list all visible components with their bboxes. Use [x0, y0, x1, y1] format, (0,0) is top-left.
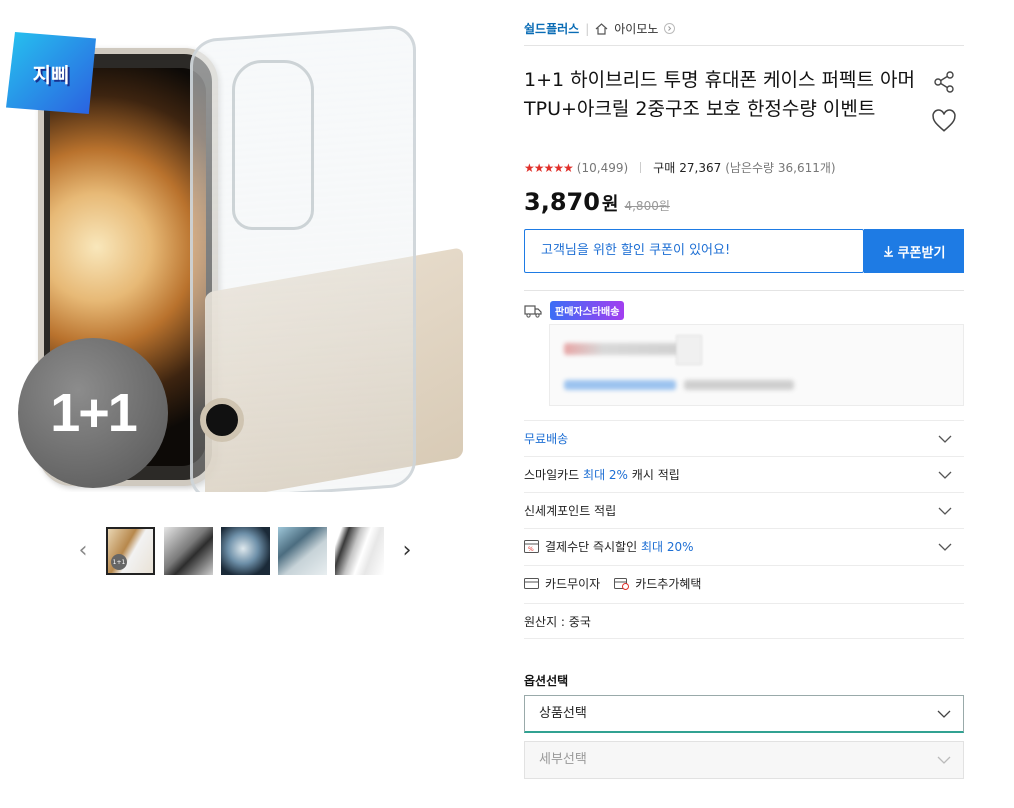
- coupon-message[interactable]: 고객님을 위한 할인 쿠폰이 있어요!: [524, 229, 864, 273]
- thumbnail-2[interactable]: [164, 527, 213, 575]
- payment-discount-label: 결제수단 즉시할인: [545, 540, 638, 554]
- thumbnail-3[interactable]: [221, 527, 270, 575]
- seller-bar: 쉴드플러스 | 아이모노: [524, 20, 676, 37]
- shinsegae-label: 신세계포인트 적립: [524, 504, 617, 518]
- shipping-tag: 판매자스타배송: [550, 301, 625, 320]
- smile-card-rate: 최대 2%: [583, 468, 628, 482]
- truck-icon: [524, 304, 542, 318]
- camera-lens-image: [200, 398, 244, 442]
- download-icon: [883, 246, 893, 257]
- chevron-down-icon: [937, 756, 951, 764]
- promo-badge: 지삐: [6, 32, 96, 114]
- home-icon: [595, 22, 608, 35]
- chevron-down-icon: [938, 471, 952, 479]
- card-installment-label[interactable]: 카드무이자: [545, 575, 600, 592]
- original-price: 4,800원: [624, 199, 670, 213]
- shinsegae-point-row[interactable]: 신세계포인트 적립: [524, 492, 964, 528]
- seller-divider: |: [585, 21, 590, 36]
- chevron-down-icon: [938, 507, 952, 515]
- purchase-count: 27,367: [679, 160, 722, 175]
- chevron-circle-icon[interactable]: [664, 23, 676, 34]
- payment-discount-row[interactable]: % 결제수단 즉시할인 최대 20%: [524, 528, 964, 564]
- free-shipping-row[interactable]: 무료배송: [524, 420, 964, 456]
- card-extra-label[interactable]: 카드추가혜택: [635, 575, 701, 592]
- chevron-right-icon[interactable]: ›: [398, 538, 416, 564]
- product-select-value: 상품선택: [539, 706, 587, 721]
- review-count[interactable]: (10,499): [577, 161, 628, 175]
- smile-card-suffix: 캐시 적립: [631, 468, 680, 482]
- share-icon[interactable]: [932, 70, 956, 94]
- option-title: 옵션선택: [524, 674, 569, 688]
- coupon-button-label: 쿠폰받기: [897, 245, 946, 261]
- thumbnail-5[interactable]: [335, 527, 384, 575]
- detail-select[interactable]: 세부선택: [524, 741, 964, 779]
- detail-select-value: 세부선택: [539, 752, 587, 767]
- brand-link[interactable]: 아이모노: [614, 20, 658, 37]
- price-unit: 원: [601, 194, 619, 215]
- thumb-overlay: 1+1: [111, 554, 127, 570]
- delivery-info-blurred: [549, 324, 964, 406]
- chevron-down-icon: [937, 710, 951, 718]
- main-product-image[interactable]: 1+1 지삐: [0, 20, 484, 492]
- card-plus-icon: [614, 578, 630, 590]
- shop-name[interactable]: 쉴드플러스: [524, 20, 579, 37]
- chevron-down-icon: [938, 543, 952, 551]
- purchase-label: 구매: [653, 161, 676, 175]
- chevron-left-icon[interactable]: ‹: [74, 538, 92, 564]
- card-icon: [524, 578, 539, 589]
- discount-card-icon: %: [524, 540, 539, 553]
- thumbnail-1[interactable]: 1+1: [106, 527, 155, 575]
- price-row: 3,870 원 4,800원: [524, 188, 670, 216]
- coupon-download-button[interactable]: 쿠폰받기: [864, 229, 964, 273]
- product-title: 1+1 하이브리드 투명 휴대폰 케이스 퍼펙트 아머 TPU+아크릴 2중구조…: [524, 69, 915, 120]
- divider: [524, 45, 964, 46]
- origin-row: 원산지 : 중국: [524, 603, 964, 639]
- smile-card-label: 스마일카드: [524, 468, 580, 482]
- thumbnail-4[interactable]: [278, 527, 327, 575]
- origin-label: 원산지 : 중국: [524, 614, 591, 629]
- remaining-stock: (남은수량 36,611개): [725, 161, 836, 175]
- case-camera-cutout: [232, 60, 314, 230]
- svg-text:%: %: [528, 546, 534, 553]
- payment-discount-rate: 최대 20%: [640, 540, 694, 554]
- heart-icon[interactable]: [931, 108, 957, 134]
- rating-divider: [640, 162, 642, 173]
- card-benefits-row[interactable]: 카드무이자 카드추가혜택: [524, 565, 964, 601]
- smile-card-row[interactable]: 스마일카드 최대 2% 캐시 적립: [524, 456, 964, 492]
- product-select[interactable]: 상품선택: [524, 695, 964, 733]
- chevron-down-icon: [938, 435, 952, 443]
- shipping-row: 판매자스타배송: [524, 301, 625, 320]
- star-rating: ★★★★★: [524, 160, 574, 175]
- divider: [524, 290, 964, 291]
- sale-price: 3,870: [524, 188, 600, 216]
- one-plus-one-badge: 1+1: [18, 338, 168, 488]
- rating-row: ★★★★★ (10,499) 구매 27,367 (남은수량 36,611개): [524, 159, 836, 176]
- free-shipping-label: 무료배송: [524, 432, 569, 446]
